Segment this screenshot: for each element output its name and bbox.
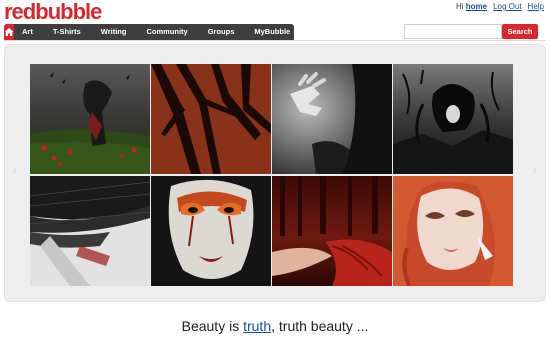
gallery-tile[interactable]	[151, 176, 271, 286]
username-link[interactable]: home	[466, 2, 487, 11]
logo-text-red: red	[4, 0, 36, 24]
nav-item-writing[interactable]: Writing	[91, 24, 137, 40]
greeting: Hi home	[456, 2, 487, 11]
nav-divider	[4, 40, 546, 41]
tile-image-windswept-hair	[30, 176, 150, 286]
gallery-caption: Beauty is truth, truth beauty ...	[0, 318, 550, 334]
tile-image-painted-face	[151, 176, 271, 286]
gallery-tile[interactable]	[151, 64, 271, 174]
user-links: Hi home Log Out Help	[456, 2, 544, 11]
gallery-tile[interactable]	[272, 64, 392, 174]
nav-item-art[interactable]: Art	[14, 24, 43, 40]
caption-text-after: , truth beauty ...	[271, 318, 369, 334]
tile-image-poppy-field	[30, 64, 150, 174]
nav-item-community[interactable]: Community	[136, 24, 197, 40]
gallery-grid	[30, 64, 514, 288]
gallery-tile[interactable]	[30, 176, 150, 286]
gallery-panel: ‹ ›	[4, 44, 546, 302]
search-button[interactable]: Search	[502, 24, 538, 39]
gallery-next-arrow[interactable]: ›	[533, 163, 537, 177]
gallery-tile[interactable]	[272, 176, 392, 286]
redbubble-logo[interactable]: redbubble	[4, 0, 102, 24]
main-nav: Art T-Shirts Writing Community Groups My…	[4, 24, 294, 40]
gallery-tile[interactable]	[30, 64, 150, 174]
search-input[interactable]	[404, 24, 502, 39]
tile-image-dark-landscape	[393, 64, 513, 174]
tile-image-reaching-hand	[272, 64, 392, 174]
home-icon	[4, 28, 14, 36]
tile-image-tree-shadows	[151, 64, 271, 174]
gallery-tile[interactable]	[393, 64, 513, 174]
tile-image-red-forest	[272, 176, 392, 286]
nav-item-mybubble[interactable]: MyBubble	[244, 24, 300, 40]
nav-home-button[interactable]	[4, 24, 14, 40]
greeting-text: Hi	[455, 2, 464, 11]
logout-link[interactable]: Log Out	[493, 2, 521, 11]
caption-text-before: Beauty is	[181, 318, 244, 334]
help-link[interactable]: Help	[528, 2, 544, 11]
gallery-prev-arrow[interactable]: ‹	[13, 163, 17, 177]
logo-text-bubble: bubble	[35, 0, 102, 24]
caption-link-truth[interactable]: truth	[243, 318, 271, 334]
page: redbubble Hi home Log Out Help Art T-Shi…	[0, 0, 550, 338]
tile-image-red-hair-portrait	[393, 176, 513, 286]
nav-item-tshirts[interactable]: T-Shirts	[43, 24, 91, 40]
nav-item-groups[interactable]: Groups	[198, 24, 245, 40]
gallery-tile[interactable]	[393, 176, 513, 286]
